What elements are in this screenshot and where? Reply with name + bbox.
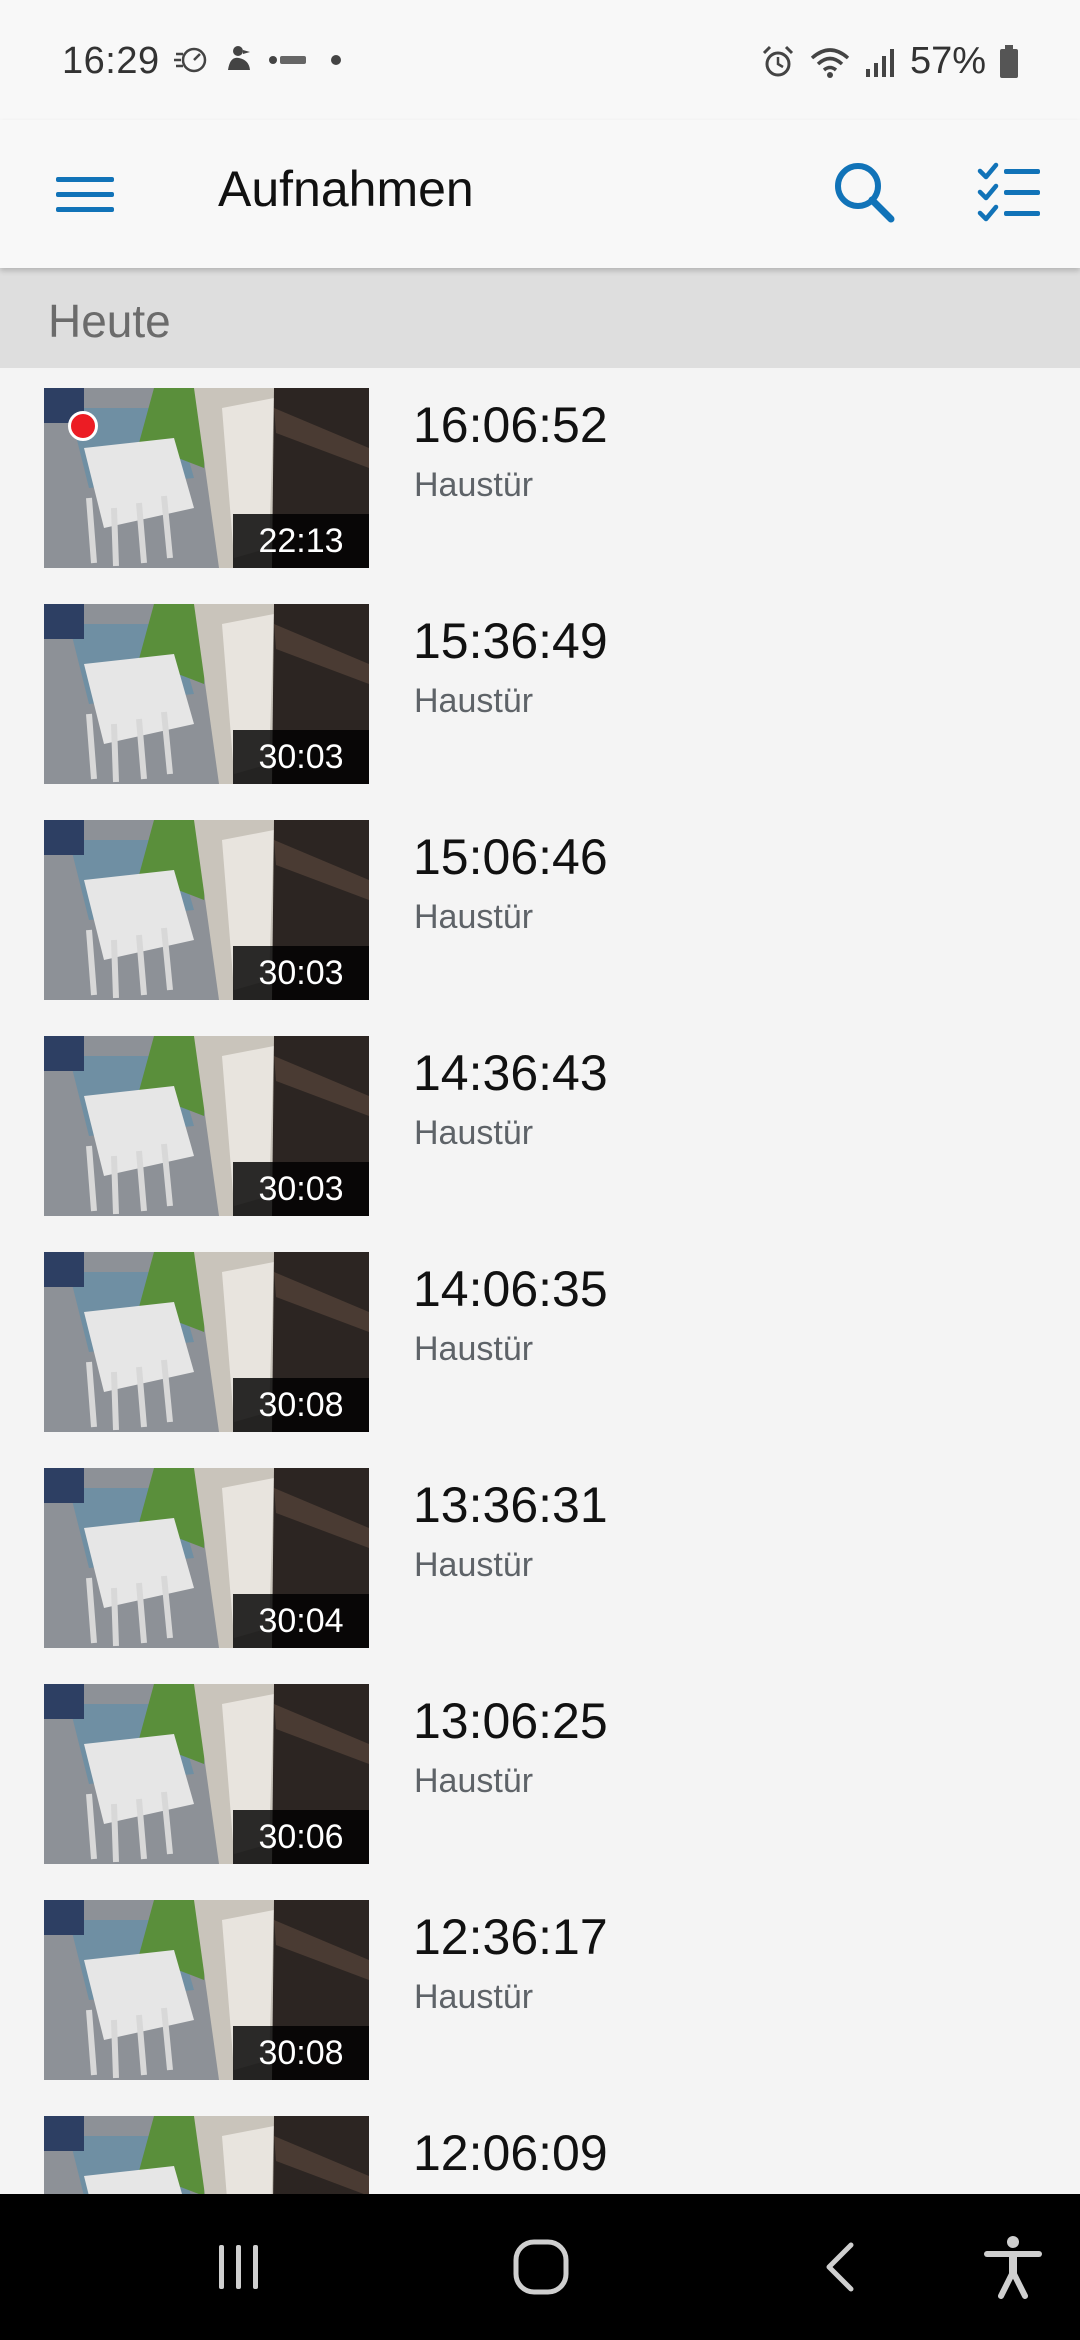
recording-time: 14:06:35: [413, 1261, 608, 1317]
recording-item[interactable]: 22:13 16:06:52 Haustür: [0, 368, 1080, 584]
recording-camera-name: Haustür: [414, 682, 534, 720]
recording-camera-name: Haustür: [414, 466, 534, 504]
page-title: Aufnahmen: [218, 161, 474, 217]
recording-thumbnail[interactable]: 30:06: [44, 1684, 369, 1864]
recording-duration: 30:03: [233, 730, 369, 784]
screen: 16:29 57% Aufnahmen Heute 22:13 16:06:52…: [0, 0, 1080, 2340]
giga-icon: [269, 56, 306, 64]
recording-item[interactable]: 30:03 14:36:43 Haustür: [0, 1016, 1080, 1232]
signal-icon: [865, 48, 894, 77]
recording-time: 16:06:52: [413, 397, 608, 453]
recording-duration: 30:03: [233, 1162, 369, 1216]
menu-icon: [56, 177, 114, 212]
bird-icon: [228, 46, 250, 70]
recording-duration: 30:03: [233, 946, 369, 1000]
menu-button[interactable]: [50, 160, 120, 230]
select-mode-button[interactable]: [970, 152, 1050, 232]
recent-apps-button[interactable]: [196, 2224, 282, 2310]
recording-thumbnail[interactable]: 30:08: [44, 1900, 369, 2080]
recording-item[interactable]: 30:03 15:06:46 Haustür: [0, 800, 1080, 1016]
home-button[interactable]: [498, 2224, 584, 2310]
recording-camera-name: Haustür: [414, 1546, 534, 1584]
recording-camera-name: Haustür: [414, 1114, 534, 1152]
recording-time: 13:06:25: [413, 1693, 608, 1749]
accessibility-icon: [984, 2236, 1042, 2299]
recording-duration: 22:13: [233, 514, 369, 568]
recording-item[interactable]: 12:06:09 Haustür: [0, 2096, 1080, 2194]
recent-apps-icon: [219, 2245, 258, 2289]
recording-time: 12:36:17: [413, 1909, 608, 1965]
recording-time: 12:06:09: [413, 2125, 608, 2181]
alarm-icon: [762, 45, 793, 76]
recording-item[interactable]: 30:08 12:36:17 Haustür: [0, 1880, 1080, 2096]
back-icon: [826, 2242, 854, 2292]
recording-thumbnail[interactable]: 30:03: [44, 1036, 369, 1216]
accessibility-button[interactable]: [970, 2224, 1056, 2310]
battery-icon: [1000, 44, 1018, 78]
recording-duration: 30:08: [233, 1378, 369, 1432]
section-header-today: Heute: [0, 268, 1080, 368]
recording-thumbnail[interactable]: 22:13: [44, 388, 369, 568]
recording-thumbnail[interactable]: 30:03: [44, 820, 369, 1000]
battery-percent: 57%: [909, 40, 986, 82]
search-button[interactable]: [824, 152, 904, 232]
search-icon: [835, 163, 895, 223]
camera-snapshot: [44, 2116, 369, 2194]
status-bar: 16:29 57%: [0, 0, 1080, 120]
recording-camera-name: Haustür: [414, 1978, 534, 2016]
recording-item[interactable]: 30:04 13:36:31 Haustür: [0, 1448, 1080, 1664]
recording-thumbnail[interactable]: 30:04: [44, 1468, 369, 1648]
checklist-icon: [977, 162, 1040, 222]
recording-time: 15:06:46: [413, 829, 608, 885]
recording-item[interactable]: 30:03 15:36:49 Haustür: [0, 584, 1080, 800]
app-bar: Aufnahmen: [0, 120, 1080, 268]
recording-camera-name: Haustür: [414, 898, 534, 936]
recording-duration: 30:04: [233, 1594, 369, 1648]
recording-duration: 30:06: [233, 1810, 369, 1864]
recording-time: 13:36:31: [413, 1477, 608, 1533]
recording-list[interactable]: 22:13 16:06:52 Haustür 30:03 15:36:49 Ha…: [0, 368, 1080, 2194]
status-time: 16:29: [62, 40, 160, 82]
recording-camera-name: Haustür: [414, 1762, 534, 1800]
status-right: 57%: [760, 40, 1020, 83]
recording-camera-name: Haustür: [414, 1330, 534, 1368]
dot-icon: [331, 55, 341, 65]
recording-time: 14:36:43: [413, 1045, 608, 1101]
recording-duration: 30:08: [233, 2026, 369, 2080]
home-icon: [513, 2239, 569, 2295]
status-left-icons: [174, 44, 346, 76]
recording-thumbnail[interactable]: [44, 2116, 369, 2194]
recording-item[interactable]: 30:06 13:06:25 Haustür: [0, 1664, 1080, 1880]
speed-icon: [174, 47, 207, 73]
recording-live-indicator: [68, 411, 98, 441]
recording-thumbnail[interactable]: 30:08: [44, 1252, 369, 1432]
system-nav-bar: [0, 2194, 1080, 2340]
recording-item[interactable]: 30:08 14:06:35 Haustür: [0, 1232, 1080, 1448]
section-label: Heute: [48, 295, 171, 347]
recording-thumbnail[interactable]: 30:03: [44, 604, 369, 784]
recording-time: 15:36:49: [413, 613, 608, 669]
wifi-icon: [810, 47, 850, 78]
back-button[interactable]: [800, 2224, 886, 2310]
